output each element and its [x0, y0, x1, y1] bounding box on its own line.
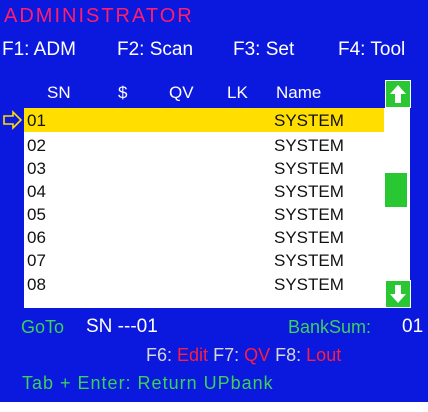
row-sn: 08	[27, 275, 46, 294]
goto-label: GoTo	[21, 317, 65, 337]
row-sn: 03	[27, 159, 46, 178]
f7-qv-action[interactable]: QV	[244, 345, 270, 366]
table-row[interactable]: 02 SYSTEM	[24, 133, 384, 157]
scroll-up-button[interactable]	[385, 80, 411, 108]
row-name: SYSTEM	[274, 136, 344, 155]
table-header: SN $ QV LK Name	[24, 79, 384, 107]
row-name: SYSTEM	[274, 228, 344, 247]
column-header-qv: QV	[169, 83, 194, 102]
f7-key-label: F7:	[213, 345, 240, 365]
row-name: SYSTEM	[274, 251, 344, 270]
f8-key-label: F8:	[275, 345, 302, 365]
row-name: SYSTEM	[274, 275, 344, 294]
hollow-right-arrow-icon	[3, 110, 23, 130]
f1-adm-key[interactable]: F1: ADM	[2, 39, 76, 61]
table-row[interactable]: 05 SYSTEM	[24, 202, 384, 226]
channel-list: 01 SYSTEM 02 SYSTEM 03 SYSTEM 04 SYSTEM …	[24, 108, 410, 308]
f4-tool-key[interactable]: F4: Tool	[338, 39, 405, 61]
table-row[interactable]: 08 SYSTEM	[24, 272, 384, 296]
banksum-value: 01	[402, 316, 424, 337]
column-header-sn: SN	[47, 83, 71, 102]
f6-key-label: F6:	[146, 345, 173, 365]
scrollbar-thumb[interactable]	[385, 173, 407, 207]
row-name: SYSTEM	[274, 205, 344, 224]
table-row[interactable]: 01 SYSTEM	[24, 108, 384, 132]
arrow-up-icon	[390, 85, 406, 103]
arrow-down-icon	[390, 285, 406, 303]
table-row[interactable]: 04 SYSTEM	[24, 179, 384, 203]
scroll-down-button[interactable]	[385, 280, 411, 308]
row-sn: 02	[27, 136, 46, 155]
help-line: Tab + Enter: Return UPbank	[22, 373, 274, 393]
row-name: SYSTEM	[274, 182, 344, 201]
row-name: SYSTEM	[274, 111, 344, 130]
column-header-lk: LK	[227, 83, 248, 102]
row-sn: 01	[27, 111, 46, 130]
column-header-name: Name	[276, 83, 322, 102]
table-row[interactable]: 07 SYSTEM	[24, 248, 384, 272]
row-name: SYSTEM	[274, 159, 344, 178]
table-row[interactable]: 03 SYSTEM	[24, 156, 384, 180]
row-sn: 07	[27, 251, 46, 270]
column-header-dollar: $	[118, 83, 128, 102]
f2-scan-key[interactable]: F2: Scan	[117, 39, 193, 61]
function-keys-line: F6: Edit F7: QV F8: Lout	[146, 345, 341, 366]
banksum-label: BankSum:	[288, 317, 372, 337]
row-sn: 04	[27, 182, 46, 201]
osd-screen: ADMINISTRATOR F1: ADM F2: Scan F3: Set F…	[0, 0, 428, 402]
table-row[interactable]: 06 SYSTEM	[24, 225, 384, 249]
goto-value[interactable]: SN ---01	[86, 316, 158, 338]
menu-title: ADMINISTRATOR	[4, 5, 194, 27]
f8-lout-action[interactable]: Lout	[306, 345, 341, 366]
f3-set-key[interactable]: F3: Set	[233, 39, 294, 61]
row-sn: 05	[27, 205, 46, 224]
row-sn: 06	[27, 228, 46, 247]
f6-edit-action[interactable]: Edit	[177, 345, 208, 366]
